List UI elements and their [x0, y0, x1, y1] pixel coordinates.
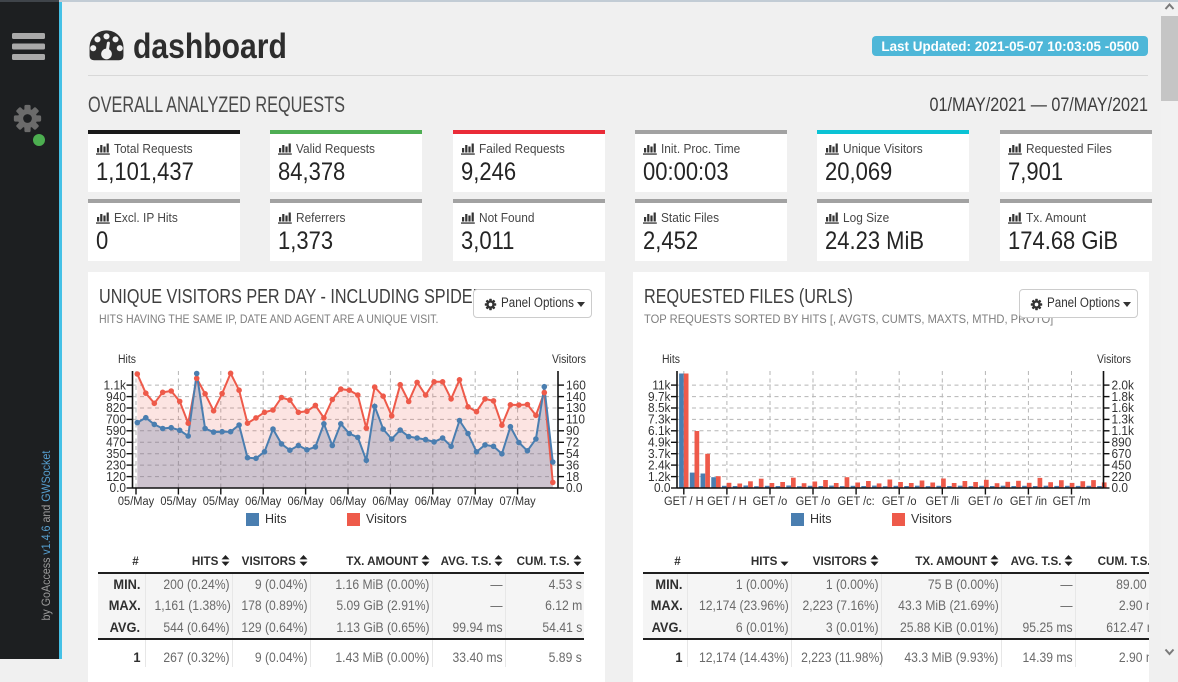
svg-text:GET / H: GET / H	[664, 496, 704, 508]
svg-text:GET / H: GET / H	[707, 496, 747, 508]
svg-text:GET /o: GET /o	[796, 496, 831, 508]
svg-text:06/May: 06/May	[415, 496, 451, 508]
svg-text:GET /m: GET /m	[1053, 496, 1091, 508]
svg-text:07/May: 07/May	[457, 496, 493, 508]
svg-text:06/May: 06/May	[330, 496, 366, 508]
svg-text:GET /o: GET /o	[968, 496, 1003, 508]
svg-text:05/May: 05/May	[203, 496, 239, 508]
svg-text:GET /o: GET /o	[753, 496, 788, 508]
svg-text:Visitors: Visitors	[552, 353, 586, 366]
svg-text:1.1k: 1.1k	[104, 378, 127, 392]
svg-text:Visitors: Visitors	[1097, 353, 1131, 366]
svg-text:06/May: 06/May	[245, 496, 281, 508]
svg-text:07/May: 07/May	[500, 496, 536, 508]
svg-text:160: 160	[566, 378, 586, 392]
svg-text:11k: 11k	[652, 378, 671, 392]
svg-text:06/May: 06/May	[288, 496, 324, 508]
svg-text:05/May: 05/May	[160, 496, 196, 508]
svg-text:06/May: 06/May	[372, 496, 408, 508]
svg-text:Hits: Hits	[118, 353, 136, 366]
svg-text:GET /in: GET /in	[1010, 496, 1047, 508]
svg-text:Hits: Hits	[662, 353, 680, 366]
svg-text:GET /li: GET /li	[926, 496, 959, 508]
svg-text:2.0k: 2.0k	[1112, 378, 1135, 392]
svg-text:GET /o: GET /o	[882, 496, 917, 508]
svg-text:05/May: 05/May	[118, 496, 154, 508]
svg-text:GET /c:: GET /c:	[838, 496, 875, 508]
